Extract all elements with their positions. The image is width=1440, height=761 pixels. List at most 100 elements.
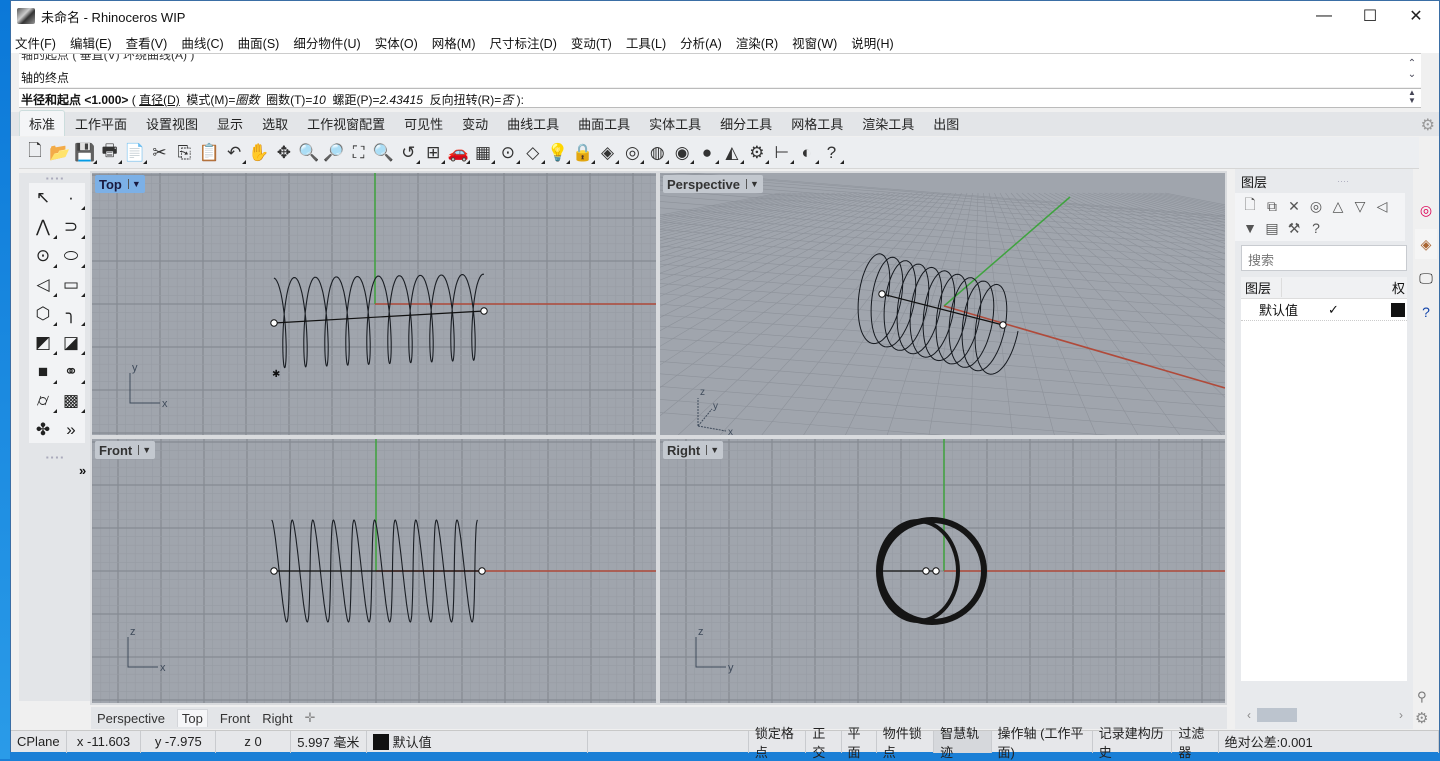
environment-icon[interactable]: ◐ [795,141,819,165]
cplane-icon[interactable]: ▦ [471,141,496,165]
toolbar-tab[interactable]: 选取 [253,111,297,136]
minimize-button[interactable]: — [1301,1,1347,31]
help-tab-icon[interactable]: ? [1415,297,1437,327]
puzzle-plugins-icon[interactable]: ✤ [31,418,55,442]
box-solid-icon[interactable]: ■ [31,360,57,384]
viewport-label-top[interactable]: Top ▼ [95,175,145,193]
move-up-icon[interactable]: △ [1329,197,1347,215]
viewport-perspective[interactable]: x yz Perspective ▼ [658,171,1227,437]
option-mode[interactable]: 模式(M)=圈数 [186,93,259,107]
select-objects-icon[interactable]: ◎ [1307,197,1325,215]
viewport-front[interactable]: xz Front ▼ [90,437,658,705]
layers-tab-icon[interactable]: ◈ [1415,229,1437,259]
menu-item[interactable]: 细分物件(U) [293,33,360,52]
wireframe-sphere-icon[interactable]: ◍ [645,141,670,165]
viewport-label-perspective[interactable]: Perspective ▼ [663,175,763,193]
spin-down-icon[interactable]: ▼ [1408,97,1416,105]
panel-hscrollbar[interactable]: ‹ › [1241,707,1407,723]
options-gears-icon[interactable]: ⚙ [745,141,769,165]
toolbar-tab[interactable]: 可见性 [395,111,452,136]
select-objects-icon[interactable]: ◇ [521,141,545,165]
copy-icon[interactable]: ⎘ [172,141,196,165]
delete-layer-icon[interactable]: ✕ [1285,197,1303,215]
toolbar-tab[interactable]: 渲染工具 [853,111,923,136]
help-icon[interactable]: ? [1307,219,1325,237]
option-diameter[interactable]: 直径(D) [139,93,180,107]
named-views-car-icon[interactable]: 🚗 [446,141,471,165]
fillet-curve-icon[interactable]: ╮ [59,302,85,326]
circle-icon[interactable]: ⊙ [31,244,57,268]
filter-icon[interactable]: ▼ [1241,219,1259,237]
undo-icon[interactable]: ↶ [222,141,247,165]
menu-item[interactable]: 工具(L) [626,33,666,52]
print-icon[interactable]: 🖶 [98,141,122,165]
curve-icon[interactable]: ⊃ [59,215,85,239]
rendered-sphere-icon[interactable]: ● [695,141,720,165]
status-toggle[interactable]: 锁定格点 [747,726,807,760]
menu-item[interactable]: 实体(O) [375,33,418,52]
viewport-tab[interactable]: Perspective [97,711,165,726]
menu-item[interactable]: 文件(F) [15,33,56,52]
column-more[interactable]: 权 [1280,278,1405,297]
maximize-button[interactable]: ☐ [1347,1,1393,31]
history-scroll[interactable]: ⌃ ⌄ [1405,58,1419,80]
option-turns[interactable]: 圈数(T)=10 [266,93,326,107]
mesh-surface-icon[interactable]: ▩ [59,389,85,413]
scroll-up-icon[interactable]: ⌃ [1408,58,1416,69]
menu-item[interactable]: 视窗(W) [792,33,837,52]
pan-hand-icon[interactable]: ✋ [247,141,271,165]
prompt-spinner[interactable]: ▲ ▼ [1405,89,1419,105]
layer-search-input[interactable]: 搜索 [1241,245,1407,271]
polygon-icon[interactable]: ⬡ [31,302,57,326]
viewport-tab[interactable]: Top [176,709,208,727]
toolbar-tab[interactable]: 出图 [924,111,968,136]
viewport-tab[interactable]: Right [262,711,292,726]
zoom-extents-icon[interactable]: ⛶ [347,141,371,165]
ellipse-icon[interactable]: ⬭ [59,244,85,268]
select-arrow-icon[interactable]: ↖ [31,186,55,210]
cut-icon[interactable]: ✂ [147,141,171,165]
lock-icon[interactable]: 🔒 [571,141,595,165]
zoom-selected-icon[interactable]: 🔍 [371,141,395,165]
four-viewports-icon[interactable]: ⊞ [421,141,446,165]
import-icon[interactable]: 📄 [123,141,147,165]
move-down-icon[interactable]: ▽ [1351,197,1369,215]
zoom-dynamic-icon[interactable]: 🔍 [297,141,321,165]
toolbar-settings-gear-icon[interactable]: ⚙ [1421,115,1435,135]
toolbar-grip[interactable]: ▪▪▪▪ [19,453,92,462]
layer-table-header[interactable]: 图层权 [1241,277,1407,299]
point-icon[interactable]: · [59,186,85,210]
perspective-viewport-canvas[interactable]: x yz [660,173,1225,435]
polyline-icon[interactable]: ⋀ [31,215,57,239]
current-layer-check-icon[interactable]: ✓ [1328,302,1339,318]
expand-toolbar-button[interactable]: » [79,463,86,478]
scroll-thumb[interactable] [1257,708,1297,722]
zoom-window-icon[interactable]: 🔎 [322,141,346,165]
toolbar-tab[interactable]: 标准 [19,110,66,136]
color-wheel-icon[interactable]: ◎ [620,141,645,165]
viewport-label-right[interactable]: Right ▼ [663,441,724,459]
close-button[interactable]: ✕ [1393,1,1439,31]
menu-item[interactable]: 曲面(S) [238,33,280,52]
boolean-spheres-icon[interactable]: ⚭ [59,360,85,384]
viewport-tab[interactable]: Front [220,711,250,726]
menu-item[interactable]: 说明(H) [851,33,893,52]
rectangle-icon[interactable]: ▭ [59,273,85,297]
viewport-top[interactable]: ✱ x y Top ▼ [90,171,658,437]
toolbar-tab[interactable]: 显示 [208,111,252,136]
current-layer[interactable]: 默认值 [367,730,588,753]
move-left-icon[interactable]: ◁ [1373,197,1391,215]
more-tools-icon[interactable]: » [59,418,83,442]
toolbar-grip[interactable]: ▪▪▪▪ [19,174,92,183]
layer-name[interactable]: 默认值 [1259,300,1298,319]
tools-hammer-icon[interactable]: ⚒ [1285,219,1303,237]
extrude-surface-icon[interactable]: ◪ [59,331,85,355]
panel-settings-gear-icon[interactable]: ⚙ [1415,709,1428,727]
color-wheel-icon[interactable]: ◎ [1415,195,1437,225]
shaded-sphere-grid-icon[interactable]: ◉ [670,141,695,165]
menu-item[interactable]: 变动(T) [571,33,612,52]
toolbar-tab[interactable]: 曲面工具 [569,111,639,136]
viewport-right[interactable]: yz Right ▼ [658,437,1227,705]
layer-row[interactable]: 默认值 ✓ [1241,299,1407,321]
dimension-icon[interactable]: ⊢ [770,141,794,165]
